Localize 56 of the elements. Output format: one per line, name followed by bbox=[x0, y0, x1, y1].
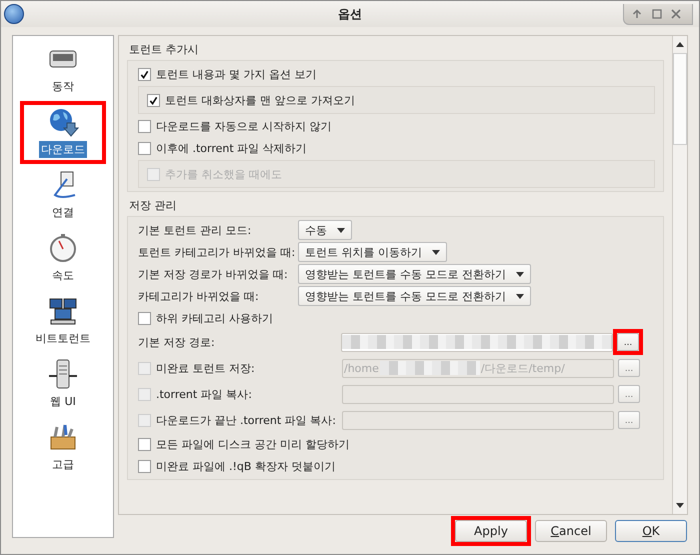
section-title: 저장 관리 bbox=[128, 198, 178, 214]
field-label: 기본 저장 경로가 바뀌었을 때: bbox=[138, 266, 289, 282]
dropdown[interactable]: 영향받는 토런트를 수동 모드로 전환하기 bbox=[298, 286, 531, 306]
app-logo-icon bbox=[4, 4, 24, 24]
checkbox[interactable] bbox=[138, 438, 151, 450]
checkbox-label: 추가를 취소했을 때에도 bbox=[165, 166, 282, 182]
field-label: 기본 저장 경로: bbox=[138, 334, 216, 350]
sidebar-item[interactable]: 웹 UI bbox=[48, 393, 78, 410]
sidebar-item[interactable]: 속도 bbox=[50, 267, 76, 284]
close-icon[interactable] bbox=[671, 8, 681, 18]
checkbox-label: 모든 파일에 디스크 공간 미리 할당하기 bbox=[156, 436, 350, 452]
up-arrow-icon[interactable] bbox=[632, 8, 642, 18]
caret-icon bbox=[432, 250, 440, 254]
checkbox[interactable] bbox=[147, 94, 160, 106]
dialog-button[interactable]: Apply bbox=[455, 520, 527, 542]
sidebar-item[interactable]: 비트토런트 bbox=[34, 330, 92, 347]
caret-icon bbox=[337, 228, 345, 232]
field-label: 다운로드가 끝난 .torrent 파일 복사: bbox=[156, 412, 337, 428]
checkbox[interactable] bbox=[138, 142, 151, 154]
field-label: 미완료 토런트 저장: bbox=[156, 360, 256, 376]
checkbox[interactable] bbox=[138, 68, 151, 80]
field-label: 토런트 카테고리가 바뀌었을 때: bbox=[138, 244, 296, 260]
dialog-button[interactable]: OK bbox=[615, 520, 687, 542]
sidebar-item[interactable]: 동작 bbox=[50, 78, 76, 95]
dropdown[interactable]: 수동 bbox=[298, 220, 352, 240]
checkbox-label: 이후에 .torrent 파일 삭제하기 bbox=[156, 140, 307, 156]
scroll-down-icon[interactable] bbox=[676, 503, 684, 508]
dropdown[interactable]: 토런트 위치를 이동하기 bbox=[298, 242, 447, 262]
sidebar-item[interactable]: 고급 bbox=[50, 456, 76, 473]
caret-icon bbox=[516, 272, 524, 276]
field-label: 기본 토런트 관리 모드: bbox=[138, 222, 252, 238]
stopwatch-icon bbox=[47, 232, 79, 264]
scrollbar[interactable] bbox=[672, 36, 687, 514]
sidebar-item[interactable]: 연결 bbox=[50, 204, 76, 221]
field-label: .torrent 파일 복사: bbox=[156, 386, 253, 402]
checkbox-label: 다운로드를 자동으로 시작하지 않기 bbox=[156, 118, 332, 134]
checkbox-label: 하위 카테고리 사용하기 bbox=[156, 310, 273, 326]
checkbox[interactable] bbox=[138, 460, 151, 472]
checkbox-label: 미완료 파일에 .!qB 확장자 덧붙이기 bbox=[156, 458, 336, 474]
field-label: 카테고리가 바뀌었을 때: bbox=[138, 288, 260, 304]
section-title: 토런트 추가시 bbox=[128, 42, 200, 58]
window-title: 옵션 bbox=[338, 6, 362, 22]
globe-download-icon bbox=[47, 106, 79, 138]
dialog-button[interactable]: Cancel bbox=[535, 520, 607, 542]
server-tower-icon bbox=[47, 358, 79, 390]
checkbox-label: 토런트 내용과 몇 가지 옵션 보기 bbox=[156, 66, 316, 82]
maximize-icon[interactable] bbox=[652, 8, 662, 18]
browse-button[interactable]: ... bbox=[617, 333, 639, 351]
checkbox[interactable] bbox=[138, 120, 151, 132]
scrollbar-thumb[interactable] bbox=[673, 53, 687, 145]
sidebar-item[interactable]: 다운로드 bbox=[39, 141, 87, 158]
checkbox-label: 토런트 대화상자를 맨 앞으로 가져오기 bbox=[165, 92, 355, 108]
dropdown[interactable]: 영향받는 토런트를 수동 모드로 전환하기 bbox=[298, 264, 531, 284]
scroll-up-icon[interactable] bbox=[676, 42, 684, 47]
checkbox[interactable] bbox=[138, 312, 151, 324]
caret-icon bbox=[516, 294, 524, 298]
